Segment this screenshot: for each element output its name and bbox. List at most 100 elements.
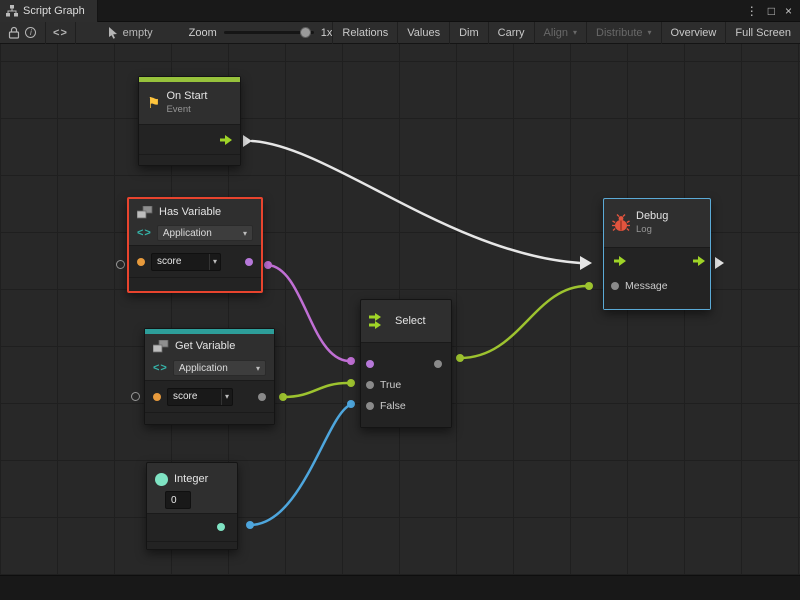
zoom-slider[interactable] xyxy=(224,31,314,34)
variable-name-value: score xyxy=(152,256,209,267)
port-label: False xyxy=(380,400,406,412)
node-debug-log[interactable]: Debug Log Message xyxy=(603,198,711,310)
variable-name-input-port[interactable] xyxy=(137,258,145,266)
overview-button[interactable]: Overview xyxy=(661,22,726,44)
node-title: On Start xyxy=(166,90,207,103)
select-output-port[interactable] xyxy=(434,360,442,368)
close-icon[interactable]: × xyxy=(785,4,792,18)
integer-value-field[interactable]: 0 xyxy=(165,491,191,509)
wire-hasvariable-to-select[interactable] xyxy=(268,265,348,361)
control-output-port[interactable] xyxy=(693,256,705,269)
button-label: Distribute xyxy=(596,27,642,39)
variable-kind-dropdown[interactable]: Application ▾ xyxy=(157,225,253,241)
lock-icon[interactable] xyxy=(6,22,23,44)
zoom-slider-knob[interactable] xyxy=(300,27,311,38)
chevron-down-icon: ▾ xyxy=(256,364,260,373)
node-title: Integer xyxy=(174,473,208,485)
node-get-variable[interactable]: Get Variable <> Application ▾ score ▾ xyxy=(144,328,275,425)
toolbar-buttons: Relations Values Dim Carry Align▾ Distri… xyxy=(332,22,800,44)
variable-name-value: score xyxy=(168,391,221,402)
title-bar: Script Graph ⋮ □ × xyxy=(0,0,800,22)
node-footer xyxy=(145,413,274,424)
getvariable-unconnected-input-port[interactable] xyxy=(131,392,140,401)
hasvariable-unconnected-input-port[interactable] xyxy=(116,260,125,269)
relations-button[interactable]: Relations xyxy=(332,22,397,44)
carry-button[interactable]: Carry xyxy=(488,22,534,44)
variable-kind-icon: <> xyxy=(137,227,152,239)
variable-kind-icon: <> xyxy=(153,362,168,374)
node-subtitle: Event xyxy=(166,103,207,116)
chevron-down-icon: ▾ xyxy=(243,229,247,238)
node-footer xyxy=(604,298,710,309)
distribute-button[interactable]: Distribute ▾ xyxy=(586,22,660,44)
onstart-flow-output-marker[interactable] xyxy=(243,135,252,147)
integer-output-port[interactable] xyxy=(217,523,225,531)
full-screen-button[interactable]: Full Screen xyxy=(725,22,800,44)
port-label: True xyxy=(380,379,401,391)
variable-kind-dropdown[interactable]: Application ▾ xyxy=(173,360,266,376)
button-label: Overview xyxy=(671,27,717,39)
wire-arrowhead xyxy=(580,256,592,270)
align-button[interactable]: Align▾ xyxy=(534,22,586,44)
node-subtitle: Log xyxy=(636,223,668,236)
button-label: Carry xyxy=(498,27,525,39)
node-has-variable[interactable]: Has Variable <> Application ▾ score ▾ xyxy=(127,197,263,293)
graph-toolbar: i <> empty Zoom 1x Relations Values Dim … xyxy=(0,22,800,44)
select-false-input-port[interactable] xyxy=(366,402,374,410)
variable-name-dropdown[interactable]: score ▾ xyxy=(167,388,233,406)
button-label: Relations xyxy=(342,27,388,39)
tab-script-graph[interactable]: Script Graph xyxy=(0,0,98,22)
node-footer xyxy=(147,542,237,549)
menu-icon[interactable]: ⋮ xyxy=(746,4,758,18)
wire-onstart-to-debuglog[interactable] xyxy=(252,141,580,263)
variable-kind-value: Application xyxy=(163,228,212,239)
flag-icon: ⚑ xyxy=(147,96,160,111)
graph-breadcrumb[interactable]: empty xyxy=(108,27,153,39)
select-true-input-port[interactable] xyxy=(366,381,374,389)
node-footer xyxy=(361,416,451,427)
variables-icon xyxy=(153,340,169,353)
integer-value: 0 xyxy=(166,495,190,506)
zoom-control: Zoom 1x xyxy=(189,27,333,39)
bottom-strip xyxy=(0,575,800,600)
zoom-label: Zoom xyxy=(189,27,217,39)
code-view-icon[interactable]: <> xyxy=(52,22,69,44)
breadcrumb-label: empty xyxy=(123,27,153,39)
debuglog-flow-output-marker[interactable] xyxy=(715,257,724,269)
variable-name-input-port[interactable] xyxy=(153,393,161,401)
node-on-start[interactable]: ⚑ On Start Event xyxy=(138,76,241,166)
node-title: Get Variable xyxy=(175,340,235,352)
variables-icon xyxy=(137,206,153,219)
variable-name-dropdown[interactable]: score ▾ xyxy=(151,253,221,271)
node-footer xyxy=(139,155,240,165)
chevron-down-icon: ▾ xyxy=(209,254,220,270)
get-variable-output-port[interactable] xyxy=(258,393,266,401)
control-output-port[interactable] xyxy=(220,135,232,148)
node-footer xyxy=(129,278,261,291)
info-icon[interactable]: i xyxy=(23,22,40,44)
window-controls: ⋮ □ × xyxy=(746,4,800,18)
wire-getvariable-to-select-true[interactable] xyxy=(283,383,348,397)
select-condition-input-port[interactable] xyxy=(366,360,374,368)
node-integer[interactable]: Integer 0 xyxy=(146,462,238,550)
node-select[interactable]: Select True False xyxy=(360,299,452,428)
graph-icon xyxy=(6,5,18,17)
maximize-icon[interactable]: □ xyxy=(768,4,775,18)
chevron-down-icon: ▾ xyxy=(648,28,652,37)
chevron-down-icon: ▾ xyxy=(221,389,232,405)
pointer-icon xyxy=(108,27,118,39)
bug-icon xyxy=(612,214,630,232)
message-input-port[interactable] xyxy=(611,282,619,290)
toolbar-divider xyxy=(45,22,46,44)
has-variable-output-port[interactable] xyxy=(245,258,253,266)
wire-select-to-debuglog-message[interactable] xyxy=(460,286,587,358)
zoom-value: 1x xyxy=(321,27,333,39)
dim-button[interactable]: Dim xyxy=(449,22,488,44)
toolbar-divider xyxy=(75,22,76,44)
chevron-down-icon: ▾ xyxy=(573,28,577,37)
script-graph-window: Script Graph ⋮ □ × i <> empty Zoom xyxy=(0,0,800,600)
values-button[interactable]: Values xyxy=(397,22,449,44)
control-input-port[interactable] xyxy=(614,256,626,269)
graph-canvas[interactable]: ⚑ On Start Event Has xyxy=(0,44,800,575)
button-label: Dim xyxy=(459,27,479,39)
